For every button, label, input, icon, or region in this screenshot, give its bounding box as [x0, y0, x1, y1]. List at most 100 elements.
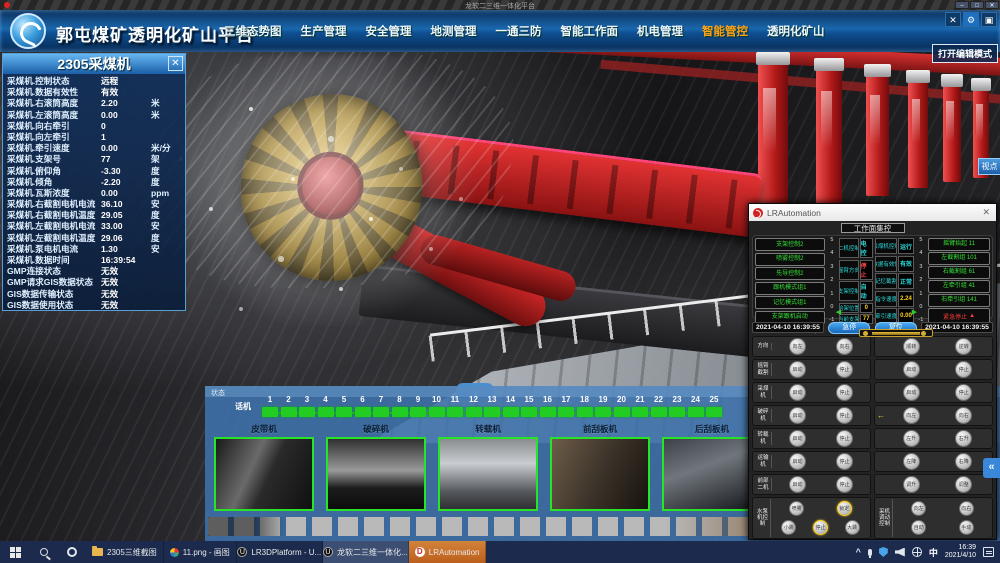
control-button[interactable]: 左降 [903, 453, 920, 470]
channel-status-square[interactable] [429, 407, 445, 417]
channel-status-square[interactable] [373, 407, 389, 417]
search-button[interactable] [30, 541, 58, 563]
camera-thumbnail[interactable] [326, 437, 426, 511]
control-button[interactable]: 右升 [955, 430, 972, 447]
control-button[interactable]: 向左 [789, 338, 806, 355]
channel-status-square[interactable] [281, 407, 297, 417]
channel-status-square[interactable] [447, 407, 463, 417]
collapse-panel-button[interactable]: « [983, 458, 1000, 478]
control-button[interactable]: 向左 [911, 501, 926, 516]
control-button[interactable]: 停止 [836, 476, 853, 493]
panel-close-icon[interactable]: ✕ [168, 56, 183, 71]
control-button[interactable]: 启动 [903, 384, 920, 401]
channel-status-square[interactable] [318, 407, 334, 417]
channel-status-square[interactable] [336, 407, 352, 417]
channel-status-square[interactable] [632, 407, 648, 417]
microphone-icon[interactable] [868, 549, 872, 556]
control-button[interactable]: 启动 [789, 384, 806, 401]
group-control-button[interactable]: 右截割组 61 [928, 266, 990, 279]
channel-status-square[interactable] [410, 407, 426, 417]
channel-status-square[interactable] [484, 407, 500, 417]
control-button[interactable]: 停止 [955, 384, 972, 401]
channel-status-square[interactable] [595, 407, 611, 417]
workface-control-tab[interactable]: 工作面集控 [841, 223, 905, 233]
taskbar-app-platform[interactable]: U龙软二三维一体化... [323, 541, 409, 563]
control-button[interactable]: 停止 [836, 453, 853, 470]
control-button[interactable]: 左升 [903, 430, 920, 447]
control-button[interactable]: 喷雾 [789, 501, 804, 516]
control-button[interactable]: 向右 [955, 407, 972, 424]
control-button-selected[interactable]: 停止 [813, 520, 828, 535]
network-icon[interactable] [912, 547, 922, 557]
start-button[interactable] [0, 541, 30, 563]
nav-item-smart-workface[interactable]: 智能工作面 [561, 23, 619, 39]
control-button[interactable]: 停止 [836, 384, 853, 401]
group-control-button[interactable]: 摇臂抬起 11 [928, 238, 990, 251]
control-button[interactable]: 停止 [836, 430, 853, 447]
channel-status-square[interactable] [392, 407, 408, 417]
channel-status-square[interactable] [540, 407, 556, 417]
nav-item-electromechanical[interactable]: 机电管理 [637, 23, 683, 39]
taskbar-app-paint[interactable]: 11.png - 画图 [164, 541, 237, 563]
notification-icon[interactable] [983, 547, 994, 557]
control-button[interactable]: 顺转 [903, 338, 920, 355]
nav-item-geodesy[interactable]: 地测管理 [431, 23, 477, 39]
channel-status-square[interactable] [503, 407, 519, 417]
nav-item-3d-situation[interactable]: 三维态势图 [224, 23, 282, 39]
control-button[interactable]: 调整 [955, 476, 972, 493]
control-button[interactable]: 调升 [903, 476, 920, 493]
wrench-icon[interactable]: ✕ [945, 12, 961, 27]
group-control-button[interactable]: 左截割组 101 [928, 252, 990, 265]
control-button[interactable]: 启动 [903, 361, 920, 378]
channel-status-square[interactable] [466, 407, 482, 417]
clock[interactable]: 16:39 2021/4/10 [945, 544, 976, 561]
control-button[interactable]: 向左 [903, 407, 920, 424]
open-edit-mode-button[interactable]: 打开编辑模式 [932, 44, 998, 63]
group-control-button[interactable]: 记忆模式组1 [755, 296, 825, 309]
fit-screen-icon[interactable]: ▣ [981, 12, 997, 27]
close-button[interactable]: ✕ [985, 1, 999, 9]
taskbar-app-folder[interactable]: 2305三维截图 [86, 541, 164, 563]
control-button[interactable]: 向右 [959, 501, 974, 516]
channel-status-square[interactable] [706, 407, 722, 417]
control-button[interactable]: 自动 [911, 520, 926, 535]
group-control-button[interactable]: 喷雾控制2 [755, 253, 825, 266]
control-button[interactable]: 大跳 [845, 520, 860, 535]
tray-expand-icon[interactable]: ^ [856, 547, 861, 557]
nav-item-transparent-mine[interactable]: 透明化矿山 [767, 23, 825, 39]
group-control-button[interactable]: 支架控制2 [755, 238, 825, 251]
control-button[interactable]: 停止 [836, 407, 853, 424]
channel-status-square[interactable] [262, 407, 278, 417]
channel-status-square[interactable] [558, 407, 574, 417]
group-control-button[interactable]: 左牵引组 41 [928, 280, 990, 293]
control-button-selected[interactable]: 锁定 [837, 501, 852, 516]
control-button[interactable]: 小跳 [781, 520, 796, 535]
control-button[interactable]: 停止 [955, 361, 972, 378]
control-button[interactable]: 启动 [789, 476, 806, 493]
control-button[interactable]: 停止 [836, 361, 853, 378]
defender-shield-icon[interactable] [879, 547, 888, 557]
ime-indicator[interactable]: 中 [929, 546, 938, 559]
group-control-button[interactable]: 跟机模式组1 [755, 282, 825, 295]
control-button[interactable]: 启动 [789, 453, 806, 470]
camera-thumbnail[interactable] [214, 437, 314, 511]
cortana-button[interactable] [58, 541, 86, 563]
camera-thumbnail[interactable] [662, 437, 762, 511]
channel-status-square[interactable] [614, 407, 630, 417]
nav-item-smart-control[interactable]: 智能管控 [702, 23, 748, 39]
control-button[interactable]: 启动 [789, 407, 806, 424]
taskbar-app-lrautomation[interactable]: DLRAutomation [409, 541, 487, 563]
nav-item-safety[interactable]: 安全管理 [366, 23, 412, 39]
taskbar-app-lr3dplatform[interactable]: ULR3DPlatform - U... [237, 541, 323, 563]
control-button[interactable]: 向右 [836, 338, 853, 355]
maximize-button[interactable]: □ [970, 1, 984, 9]
channel-status-square[interactable] [651, 407, 667, 417]
camera-thumbnail[interactable] [550, 437, 650, 511]
channel-status-square[interactable] [521, 407, 537, 417]
viewpoint-tab[interactable]: 视点 [978, 158, 1000, 175]
channel-status-square[interactable] [688, 407, 704, 417]
channel-status-square[interactable] [355, 407, 371, 417]
channel-status-square[interactable] [577, 407, 593, 417]
control-button[interactable]: 手动 [959, 520, 974, 535]
group-control-button[interactable]: 右牵引组 141 [928, 294, 990, 307]
